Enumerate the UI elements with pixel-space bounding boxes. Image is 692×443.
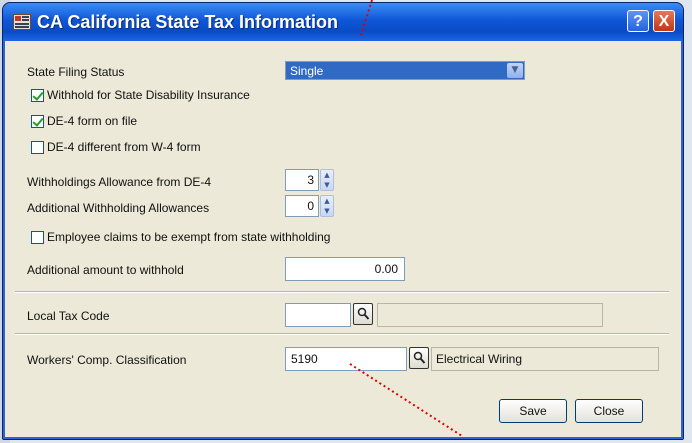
close-button[interactable]: Close: [575, 399, 643, 423]
exempt-label: Employee claims to be exempt from state …: [47, 230, 331, 244]
de4-different-checkbox[interactable]: [31, 141, 44, 154]
local-tax-code-input[interactable]: [285, 303, 351, 327]
allowances-label: Withholdings Allowance from DE-4: [27, 175, 212, 189]
additional-allowances-value: 0: [307, 199, 314, 213]
filing-status-label: State Filing Status: [27, 65, 125, 79]
spinner-arrows-icon[interactable]: ▲ ▼: [320, 169, 334, 191]
additional-amount-label: Additional amount to withhold: [27, 263, 184, 277]
de4-on-file-checkbox[interactable]: [31, 115, 44, 128]
title-bar[interactable]: CA California State Tax Information ? X: [3, 3, 683, 41]
magnifier-icon[interactable]: [353, 303, 373, 325]
local-tax-description: [377, 303, 603, 327]
additional-allowances-label: Additional Withholding Allowances: [27, 201, 210, 215]
de4-on-file-label: DE-4 form on file: [47, 114, 138, 128]
de4-different-label: DE-4 different from W-4 form: [47, 140, 201, 154]
dialog-window: CA California State Tax Information ? X …: [2, 2, 684, 440]
workers-comp-code-value: 5190: [291, 352, 318, 366]
dialog-body: State Filing Status Single ▼ Withhold fo…: [7, 41, 679, 435]
additional-amount-input[interactable]: 0.00: [285, 257, 405, 281]
sdi-label: Withhold for State Disability Insurance: [47, 88, 250, 102]
separator: [15, 333, 669, 335]
workers-comp-code-input[interactable]: 5190: [285, 347, 407, 371]
sdi-checkbox[interactable]: [31, 89, 44, 102]
spinner-arrows-icon[interactable]: ▲ ▼: [320, 195, 334, 217]
allowances-input[interactable]: 3: [285, 169, 319, 191]
allowances-value: 3: [307, 173, 314, 187]
separator: [15, 291, 669, 293]
additional-allowances-input[interactable]: 0: [285, 195, 319, 217]
workers-comp-label: Workers' Comp. Classification: [27, 353, 187, 367]
workers-comp-description: Electrical Wiring: [431, 347, 659, 371]
additional-amount-value: 0.00: [374, 262, 398, 276]
help-button[interactable]: ?: [627, 10, 649, 32]
filing-status-select[interactable]: Single ▼: [285, 61, 525, 80]
window-title: CA California State Tax Information: [37, 12, 339, 32]
filing-status-value: Single: [290, 64, 324, 78]
workers-comp-description-text: Electrical Wiring: [436, 352, 523, 366]
magnifier-icon[interactable]: [409, 347, 429, 369]
exempt-checkbox[interactable]: [31, 231, 44, 244]
close-window-button[interactable]: X: [653, 10, 675, 32]
local-tax-label: Local Tax Code: [27, 309, 110, 323]
form-icon: [13, 14, 31, 30]
save-button[interactable]: Save: [499, 399, 567, 423]
chevron-down-icon[interactable]: ▼: [507, 63, 523, 78]
